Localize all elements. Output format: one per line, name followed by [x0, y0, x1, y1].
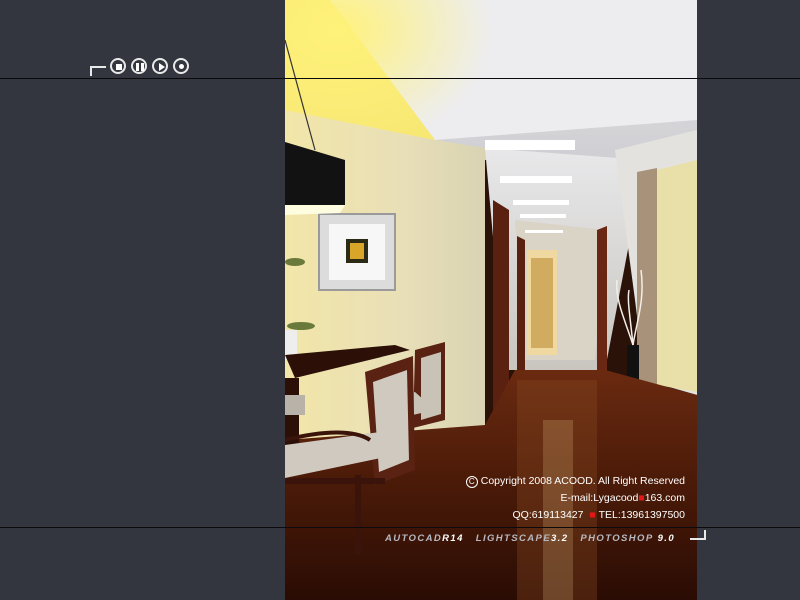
- play-icon: [159, 63, 165, 71]
- record-icon: [178, 63, 184, 69]
- play-button[interactable]: [152, 58, 168, 74]
- media-controls: [90, 58, 194, 78]
- stop-icon: [116, 64, 122, 70]
- bottom-divider-line: [0, 527, 800, 528]
- right-panel: [697, 0, 800, 600]
- record-button[interactable]: [173, 58, 189, 74]
- software-credits: AUTOCADR14 LIGHTSCAPE3.2 PHOTOSHOP 9.0: [385, 533, 675, 544]
- tel-number: TEL:13961397500: [598, 509, 685, 521]
- contact-line: QQ:619113427 ■ TEL:13961397500: [440, 507, 685, 524]
- qq-number: QQ:619113427: [512, 509, 584, 521]
- software-name: AUTOCAD: [385, 533, 443, 544]
- pause-icon: [136, 63, 144, 71]
- left-panel: [0, 0, 285, 600]
- top-divider-line: [0, 78, 800, 79]
- copyright-text: Copyright 2008 ACOOD. All Right Reserved: [480, 475, 685, 487]
- copyright-icon: C: [465, 476, 478, 488]
- email-prefix: E-mail:Lygacood: [560, 492, 639, 504]
- pause-button[interactable]: [131, 58, 147, 74]
- email-line: E-mail:Lygacood■163.com: [440, 490, 685, 507]
- software-name: PHOTOSHOP: [580, 533, 654, 544]
- copyright-block: C Copyright 2008 ACOOD. All Right Reserve…: [440, 473, 685, 524]
- corner-bracket-icon: [690, 530, 706, 540]
- software-name: LIGHTSCAPE: [475, 533, 551, 544]
- corner-bracket-icon: [90, 66, 106, 76]
- separator-icon: ■: [589, 509, 596, 521]
- software-version: 3.2: [551, 533, 569, 544]
- email-suffix: 163.com: [644, 492, 685, 504]
- software-version: 9.0: [657, 533, 676, 544]
- stop-button[interactable]: [110, 58, 126, 74]
- copyright-line: C Copyright 2008 ACOOD. All Right Reserve…: [440, 473, 685, 490]
- software-version: R14: [442, 533, 464, 544]
